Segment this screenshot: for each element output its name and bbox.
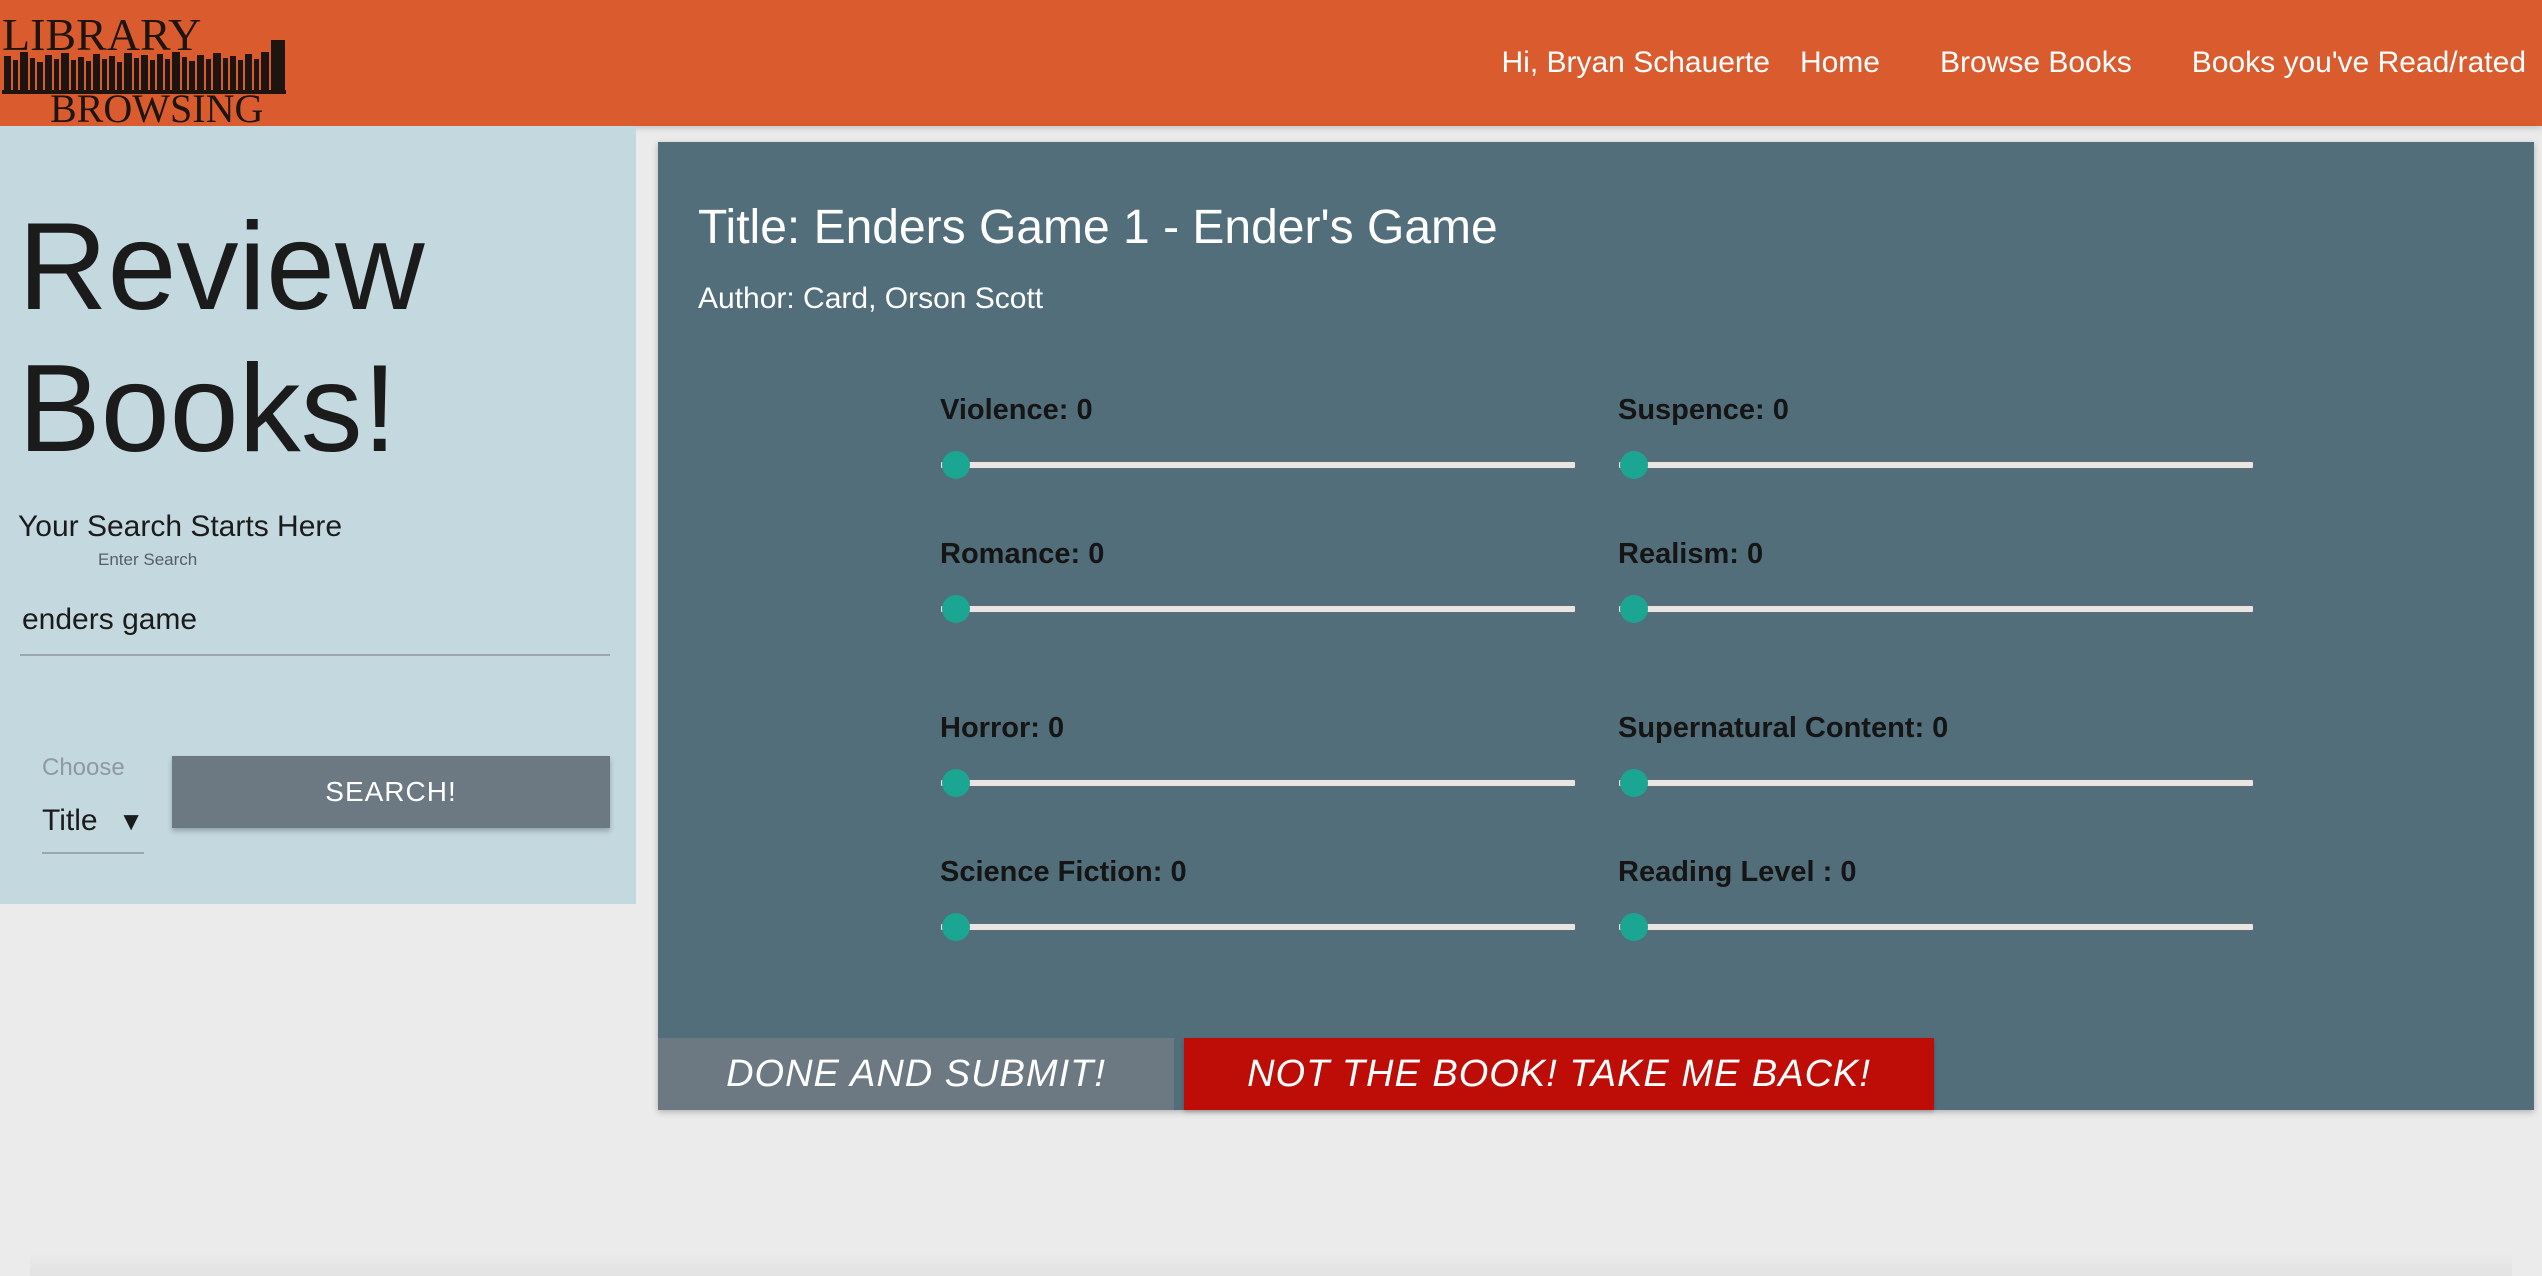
slider-rail: [1618, 461, 2254, 469]
slider-thumb[interactable]: [1620, 451, 1648, 479]
search-type-selector: Choose Title ▼: [42, 754, 146, 874]
book-author: Author: Card, Orson Scott: [698, 282, 1044, 315]
slider-track-supernatural-content[interactable]: [1618, 769, 2254, 799]
slider-label-suspence: Suspence: 0: [1618, 394, 1789, 426]
book-review-panel: Title: Enders Game 1 - Ender's Game Auth…: [658, 142, 2534, 1110]
slider-rail: [1618, 779, 2254, 787]
slider-label-horror: Horror: 0: [940, 712, 1065, 744]
search-sidebar: Review Books! Your Search Starts Here En…: [0, 126, 636, 904]
page-title: Review Books!: [18, 196, 425, 480]
search-field-container: Enter Search: [20, 550, 610, 670]
slider-rail: [940, 605, 1576, 613]
slider-track-science-fiction[interactable]: [940, 913, 1576, 943]
slider-romance: Romance: 0: [940, 538, 1576, 625]
slider-track-suspence[interactable]: [1618, 451, 2254, 481]
slider-track-violence[interactable]: [940, 451, 1576, 481]
slider-rail: [940, 779, 1576, 787]
slider-track-realism[interactable]: [1618, 595, 2254, 625]
slider-rail: [940, 461, 1576, 469]
search-heading: Your Search Starts Here: [18, 510, 343, 543]
done-and-submit-button[interactable]: DONE AND SUBMIT!: [658, 1038, 1174, 1110]
book-title: Title: Enders Game 1 - Ender's Game: [698, 201, 1498, 254]
slider-thumb[interactable]: [1620, 913, 1648, 941]
slider-violence: Violence: 0: [940, 394, 1576, 481]
slider-label-realism: Realism: 0: [1618, 538, 1764, 570]
user-greeting: Hi, Bryan Schauerte: [1501, 46, 1770, 79]
library-browsing-logo[interactable]: LIBRARY BROWSING: [0, 0, 290, 140]
bookshelf-logo-icon: LIBRARY BROWSING: [2, 9, 286, 131]
slider-rail: [940, 923, 1576, 931]
slider-track-horror[interactable]: [940, 769, 1576, 799]
slider-reading-level: Reading Level : 0: [1618, 856, 2254, 943]
search-input[interactable]: [20, 586, 610, 656]
nav-home-link[interactable]: Home: [1800, 46, 1910, 80]
search-type-value: Title: [42, 804, 98, 837]
slider-horror: Horror: 0: [940, 712, 1576, 799]
caret-down-icon: ▼: [118, 805, 144, 836]
slider-rail: [1618, 923, 2254, 931]
search-input-label: Enter Search: [98, 550, 198, 569]
slider-thumb[interactable]: [942, 769, 970, 797]
not-the-book-back-button[interactable]: NOT THE BOOK! TAKE ME BACK!: [1184, 1038, 1934, 1110]
slider-supernatural-content: Supernatural Content: 0: [1618, 712, 2254, 799]
slider-label-violence: Violence: 0: [940, 394, 1093, 426]
top-nav-bar: LIBRARY BROWSING Hi, Bryan Schauerte Hom…: [0, 0, 2542, 131]
main-navigation: Hi, Bryan Schauerte Home Browse Books Bo…: [1501, 0, 2542, 126]
search-type-dropdown[interactable]: Title ▼: [42, 790, 144, 854]
logo-line2: BROWSING: [50, 86, 263, 131]
logo-line1: LIBRARY: [2, 9, 201, 60]
nav-books-read-rated-link[interactable]: Books you've Read/rated: [2162, 46, 2542, 80]
slider-thumb[interactable]: [1620, 595, 1648, 623]
slider-label-romance: Romance: 0: [940, 538, 1105, 570]
slider-science-fiction: Science Fiction: 0: [940, 856, 1576, 943]
slider-label-science-fiction: Science Fiction: 0: [940, 856, 1187, 888]
slider-label-reading-level: Reading Level : 0: [1618, 856, 1857, 888]
slider-thumb[interactable]: [1620, 769, 1648, 797]
nav-browse-books-link[interactable]: Browse Books: [1910, 46, 2162, 80]
slider-rail: [1618, 605, 2254, 613]
page-title-line1: Review: [18, 198, 425, 336]
slider-thumb[interactable]: [942, 913, 970, 941]
slider-track-reading-level[interactable]: [1618, 913, 2254, 943]
slider-thumb[interactable]: [942, 595, 970, 623]
slider-track-romance[interactable]: [940, 595, 1576, 625]
slider-label-supernatural-content: Supernatural Content: 0: [1618, 712, 1949, 744]
page-title-line2: Books!: [18, 340, 398, 478]
slider-thumb[interactable]: [942, 451, 970, 479]
search-type-label: Choose: [42, 754, 125, 781]
search-button[interactable]: SEARCH!: [172, 756, 610, 828]
slider-realism: Realism: 0: [1618, 538, 2254, 625]
slider-suspence: Suspence: 0: [1618, 394, 2254, 481]
page-bottom-shadow: [30, 1252, 2512, 1276]
